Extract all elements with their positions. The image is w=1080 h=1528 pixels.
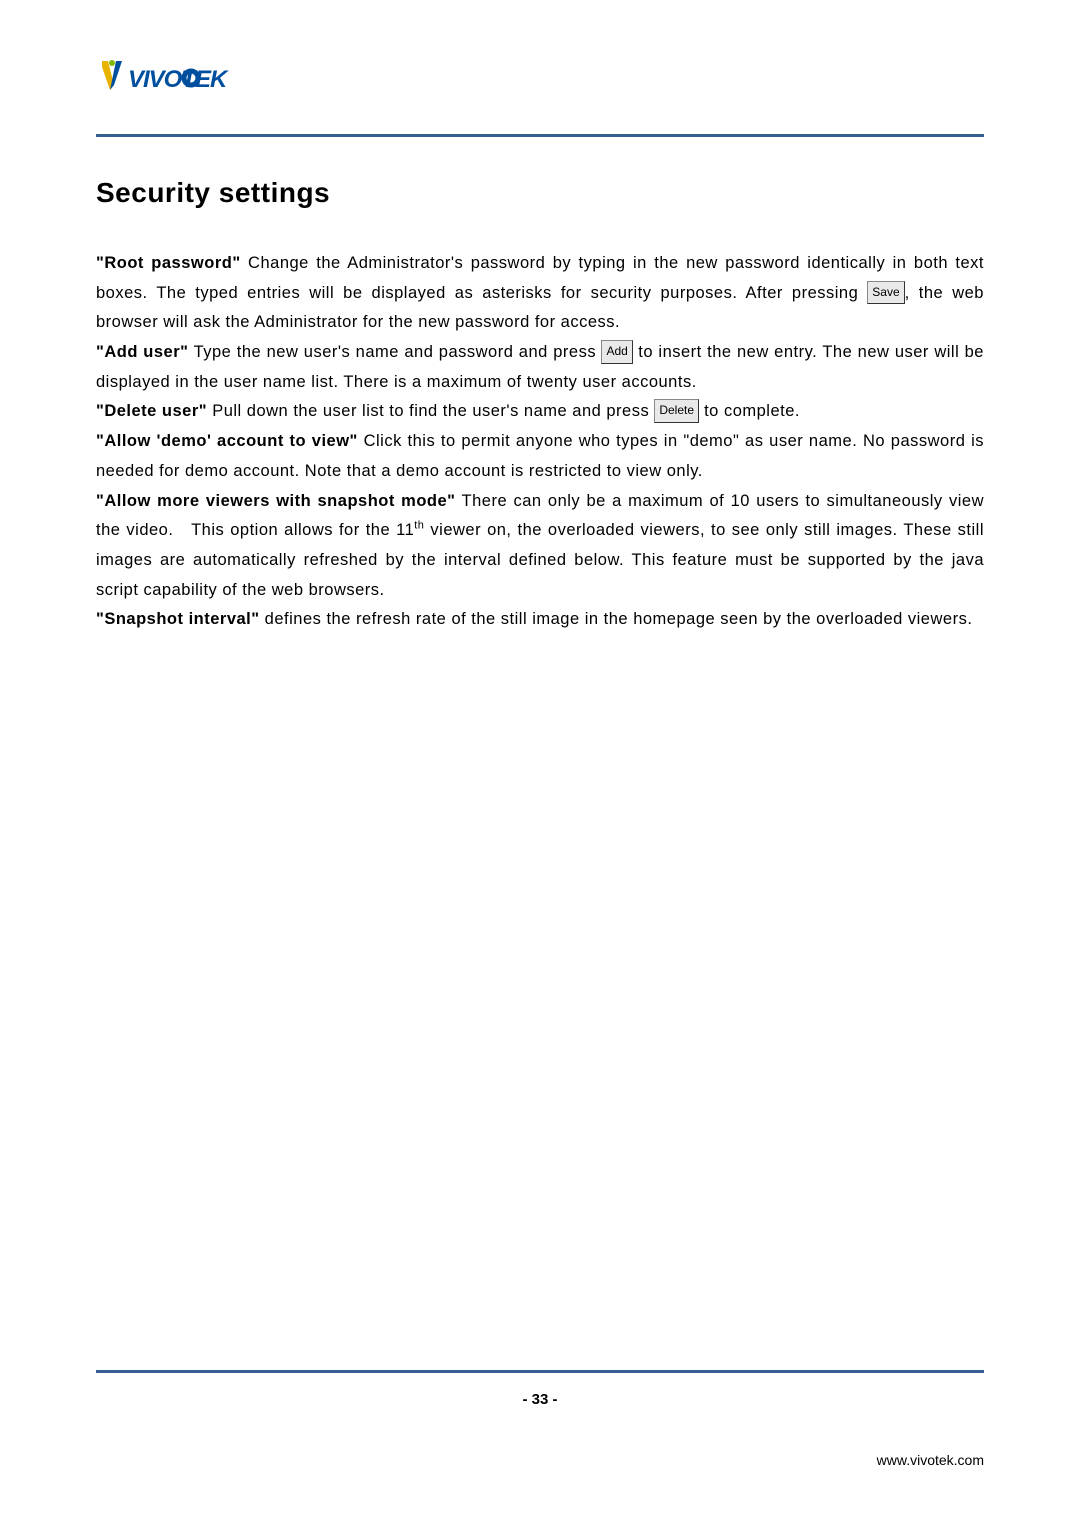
root-password-label: "Root password" bbox=[96, 254, 241, 272]
delete-button-graphic: Delete bbox=[654, 399, 699, 423]
top-divider bbox=[96, 134, 984, 137]
page-heading: Security settings bbox=[96, 177, 984, 209]
allow-demo-label: "Allow 'demo' account to view" bbox=[96, 432, 358, 450]
allow-more-viewers-label: "Allow more viewers with snapshot mode" bbox=[96, 492, 456, 510]
delete-user-paragraph: "Delete user" Pull down the user list to… bbox=[96, 397, 984, 427]
snapshot-interval-paragraph: "Snapshot interval" defines the refresh … bbox=[96, 605, 984, 635]
allow-demo-paragraph: "Allow 'demo' account to view" Click thi… bbox=[96, 427, 984, 486]
root-password-paragraph: "Root password" Change the Administrator… bbox=[96, 249, 984, 338]
add-button-graphic: Add bbox=[601, 340, 632, 364]
page-number: - 33 - bbox=[0, 1391, 1080, 1408]
save-button-graphic: Save bbox=[867, 281, 904, 305]
footer-url: www.vivotek.com bbox=[877, 1452, 984, 1468]
delete-user-label: "Delete user" bbox=[96, 402, 207, 420]
svg-text:VIVOTEK: VIVOTEK bbox=[128, 66, 229, 93]
allow-more-viewers-paragraph: "Allow more viewers with snapshot mode" … bbox=[96, 487, 984, 606]
add-user-paragraph: "Add user" Type the new user's name and … bbox=[96, 338, 984, 397]
content-body: "Root password" Change the Administrator… bbox=[96, 249, 984, 635]
add-user-label: "Add user" bbox=[96, 343, 188, 361]
snapshot-interval-label: "Snapshot interval" bbox=[96, 610, 260, 628]
bottom-divider bbox=[96, 1370, 984, 1373]
brand-logo: VIVOTEK bbox=[96, 57, 984, 104]
